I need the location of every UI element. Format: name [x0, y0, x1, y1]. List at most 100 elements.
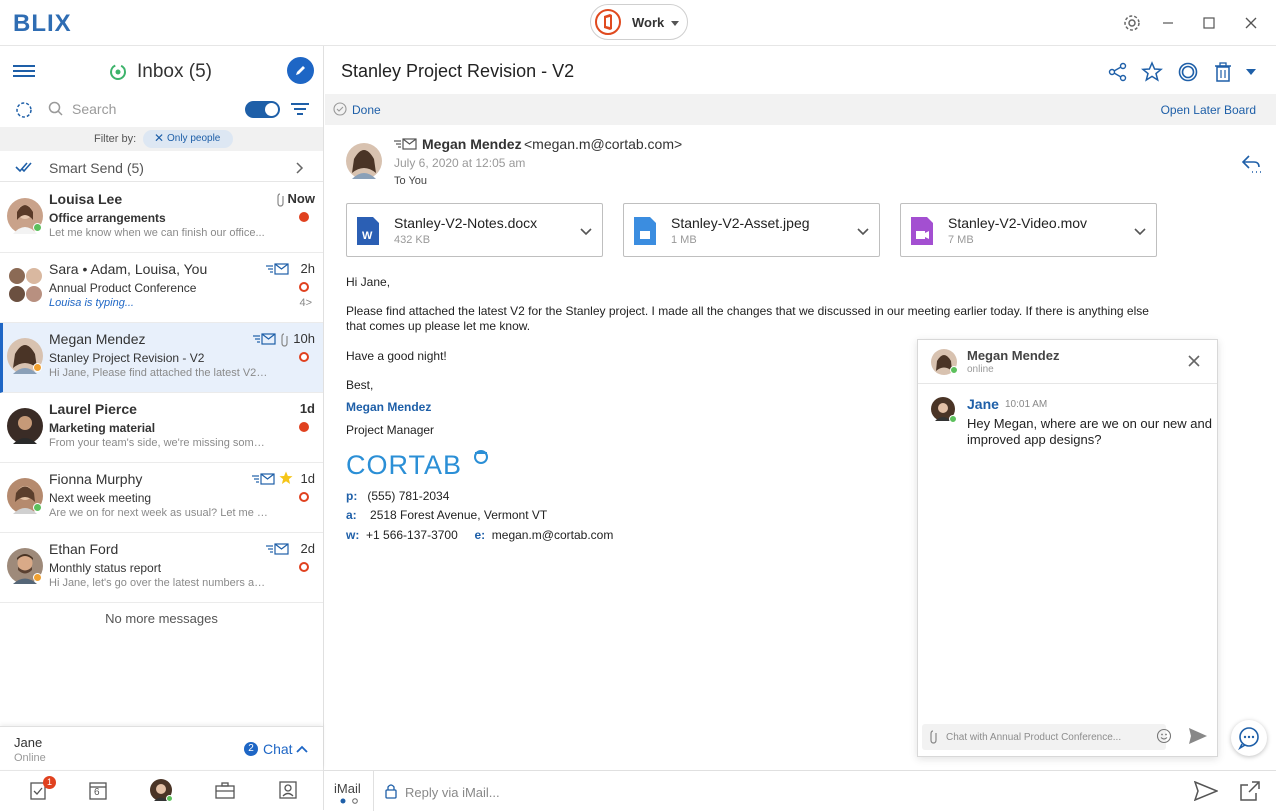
share-icon[interactable]	[1107, 61, 1129, 83]
chat-contact-name: Megan Mendez	[967, 348, 1060, 363]
phone-value: (555) 781-2034	[367, 489, 450, 503]
reply-input[interactable]	[405, 783, 1105, 801]
send-icon[interactable]	[1194, 781, 1218, 801]
attachment-card[interactable]: Stanley-V2-Asset.jpeg 1 MB	[623, 203, 880, 257]
mail-sender: Sara • Adam, Louisa, You	[49, 261, 208, 277]
settings-gear-icon[interactable]	[1122, 13, 1142, 33]
minimize-icon[interactable]	[1158, 13, 1178, 33]
star-icon[interactable]	[279, 471, 293, 485]
sync-icon[interactable]	[108, 62, 128, 82]
chevron-up-icon[interactable]	[296, 745, 308, 753]
tasks-badge: 1	[43, 776, 56, 789]
contacts-icon[interactable]	[277, 779, 299, 801]
message-subject: Stanley Project Revision - V2	[341, 61, 575, 81]
star-outline-icon[interactable]	[1141, 61, 1163, 83]
mail-sender: Louisa Lee	[49, 191, 123, 207]
filter-icon[interactable]	[291, 101, 309, 117]
body-paragraph: Have a good night!	[346, 349, 447, 363]
read-dot[interactable]	[299, 562, 309, 572]
sender-name[interactable]: Megan Mendez	[422, 136, 522, 152]
mail-subject: Stanley Project Revision - V2	[49, 351, 205, 365]
mail-row[interactable]: Sara • Adam, Louisa, You Annual Product …	[0, 253, 323, 323]
mail-time: 2h	[300, 261, 315, 276]
word-file-icon: W	[356, 217, 380, 245]
mail-sender: Megan Mendez	[49, 331, 146, 347]
chevron-down-icon[interactable]	[1134, 226, 1146, 236]
company-logo-text: CORTAB	[346, 450, 463, 480]
mail-row[interactable]: Laurel Pierce Marketing material From yo…	[0, 393, 323, 463]
emoji-icon[interactable]	[1156, 728, 1172, 744]
remove-filter-icon[interactable]: ✕	[154, 131, 164, 145]
reply-mode-label[interactable]: iMail	[334, 781, 361, 796]
filter-label: Filter by:	[94, 133, 137, 145]
chevron-down-icon[interactable]	[857, 226, 869, 236]
divider	[373, 771, 374, 811]
reply-icon[interactable]	[1240, 152, 1262, 174]
smart-send-label: Smart Send (5)	[49, 160, 144, 176]
open-later-board-link[interactable]: Open Later Board	[1161, 103, 1256, 117]
compose-button[interactable]	[287, 57, 314, 84]
expand-icon[interactable]	[1239, 780, 1261, 802]
smart-send-row[interactable]: Smart Send (5)	[0, 152, 323, 182]
search-input[interactable]	[72, 100, 232, 118]
inbox-title: Inbox (5)	[137, 61, 212, 82]
chat-input[interactable]	[946, 729, 1136, 745]
unread-dot[interactable]	[299, 422, 309, 432]
mail-subject: Marketing material	[49, 421, 156, 435]
online-status-dot	[166, 795, 173, 802]
address-label: a:	[346, 508, 357, 522]
signature-contact: w: +1 566-137-3700 e: megan.m@cortab.com	[346, 528, 613, 542]
app-logo: BLIX	[13, 10, 72, 37]
trash-icon[interactable]	[1212, 61, 1234, 83]
title-bar: BLIX Work	[0, 0, 1276, 46]
done-label[interactable]: Done	[352, 103, 381, 117]
done-circle-icon[interactable]	[1177, 61, 1199, 83]
send-chat-icon[interactable]	[1188, 727, 1208, 745]
filter-chip[interactable]: ✕ Only people	[143, 130, 233, 148]
mail-preview: Let me know when we can finish our offic…	[49, 227, 265, 239]
email-value[interactable]: megan.m@cortab.com	[492, 528, 614, 542]
done-bar: Done Open Later Board	[325, 94, 1276, 125]
attachment-card[interactable]: W Stanley-V2-Notes.docx 432 KB	[346, 203, 603, 257]
chat-count-badge: 2	[244, 742, 258, 756]
chat-footer[interactable]: Jane Online 2 Chat	[0, 726, 323, 769]
paperclip-icon[interactable]	[929, 730, 939, 744]
sender-email[interactable]: <megan.m@cortab.com>	[524, 136, 682, 152]
hamburger-menu-icon[interactable]	[13, 63, 35, 79]
people-toggle[interactable]	[245, 101, 280, 118]
done-check-icon[interactable]	[333, 102, 347, 116]
read-dot[interactable]	[299, 282, 309, 292]
close-chat-icon[interactable]	[1187, 354, 1201, 368]
mail-row-selected[interactable]: Megan Mendez Stanley Project Revision - …	[0, 323, 323, 393]
chat-header: Megan Mendez online	[918, 340, 1217, 384]
mail-time: 1d	[300, 471, 315, 486]
mail-row[interactable]: Fionna Murphy Next week meeting Are we o…	[0, 463, 323, 533]
more-actions-chevron-icon[interactable]	[1245, 68, 1257, 76]
attachment-card[interactable]: Stanley-V2-Video.mov 7 MB	[900, 203, 1157, 257]
paperclip-icon	[276, 193, 286, 207]
search-icon	[48, 101, 64, 117]
chevron-down-icon[interactable]	[580, 226, 592, 236]
read-dot[interactable]	[299, 492, 309, 502]
mail-row[interactable]: Ethan Ford Monthly status report Hi Jane…	[0, 533, 323, 603]
mail-row[interactable]: Louisa Lee Office arrangements Let me kn…	[0, 183, 323, 253]
close-window-icon[interactable]	[1241, 13, 1261, 33]
attachment-size: 7 MB	[948, 234, 974, 246]
mail-time: Now	[287, 191, 315, 206]
account-switcher[interactable]: Work	[590, 4, 688, 40]
briefcase-icon[interactable]	[214, 779, 236, 801]
svg-text:W: W	[362, 230, 373, 242]
filter-bar: Filter by: ✕ Only people	[0, 127, 323, 151]
chat-toggle-label[interactable]: Chat	[263, 741, 293, 757]
unread-dot[interactable]	[299, 212, 309, 222]
maximize-icon[interactable]	[1199, 13, 1219, 33]
chat-bubble-button[interactable]	[1231, 720, 1267, 756]
filter-chip-label: Only people	[167, 133, 221, 144]
read-dot[interactable]	[299, 352, 309, 362]
no-more-messages: No more messages	[105, 611, 218, 626]
calendar-day: 6	[94, 787, 100, 798]
mail-preview: Hi Jane, let's go over the latest number…	[49, 577, 269, 589]
reply-bar: iMail	[324, 770, 1276, 811]
online-status-dot	[950, 366, 958, 374]
select-circle-icon[interactable]	[15, 101, 33, 119]
